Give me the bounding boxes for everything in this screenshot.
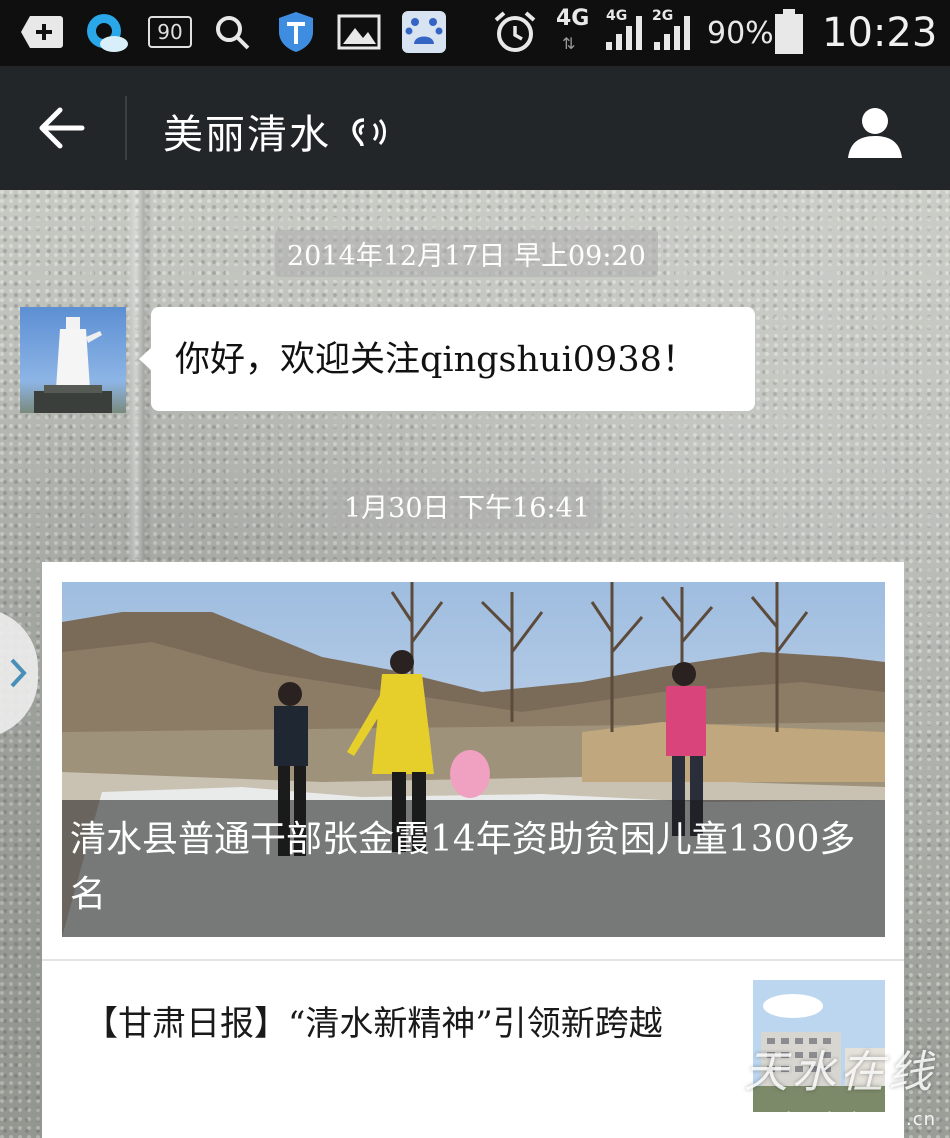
add-notification-icon <box>20 12 64 52</box>
welcome-message-text: 你好，欢迎关注qingshui0938！ <box>175 340 697 380</box>
status-bar: 90 4G ⇅ 4G 2G 90% 10:23 <box>0 0 950 66</box>
clock: 10:23 <box>822 10 938 56</box>
nav-divider <box>125 96 127 160</box>
shield-icon <box>275 12 317 52</box>
article-item-title: 【甘肃日报】“清水新精神”引领新跨越 <box>84 1004 663 1044</box>
notification-count-badge: 90 <box>146 12 194 52</box>
account-avatar[interactable] <box>20 307 126 413</box>
signal-2-label: 2G <box>652 8 674 24</box>
speaker-mode-icon <box>350 114 390 150</box>
profile-button[interactable] <box>846 104 904 160</box>
network-type-label: 4G <box>556 6 590 31</box>
chat-area[interactable]: 2014年12月17日 早上09:20 你好，欢迎关注qingshui0938！… <box>0 190 950 1138</box>
chat-title: 美丽清水 <box>163 112 331 158</box>
battery-icon <box>772 9 806 54</box>
headline-overlay: 清水县普通干部张金霞14年资助贫困儿童1300多名 <box>62 800 885 937</box>
data-arrows-icon: ⇅ <box>562 34 576 53</box>
image-icon <box>337 12 381 52</box>
chevron-right-icon <box>10 658 27 688</box>
statue-avatar-image <box>34 317 112 413</box>
person-icon <box>848 108 902 158</box>
search-icon <box>212 12 252 52</box>
signal-1-label: 4G <box>606 8 628 24</box>
message-timestamp: 2014年12月17日 早上09:20 <box>275 230 658 277</box>
alarm-clock-icon <box>492 11 538 52</box>
battery-percent: 90% <box>707 16 774 51</box>
background-water-drip <box>128 190 152 560</box>
watermark-logo: 天水在线 <box>744 1047 936 1098</box>
bubble-tail <box>139 347 152 371</box>
back-button[interactable] <box>36 106 86 150</box>
watermark-url: www.tianshui.com.cn <box>725 1109 936 1130</box>
article-cover-link[interactable]: 清水县普通干部张金霞14年资助贫困儿童1300多名 <box>62 582 885 937</box>
baidu-icon <box>401 11 447 53</box>
back-arrow-icon <box>39 107 85 149</box>
welcome-message-bubble[interactable]: 你好，欢迎关注qingshui0938！ <box>139 307 755 411</box>
article-headline: 清水县普通干部张金霞14年资助贫困儿童1300多名 <box>70 819 856 915</box>
qq-browser-icon <box>84 12 130 52</box>
side-expand-tab[interactable] <box>0 608 38 738</box>
nav-bar: 美丽清水 <box>0 66 950 190</box>
article-timestamp: 1月30日 下午16:41 <box>332 482 602 529</box>
